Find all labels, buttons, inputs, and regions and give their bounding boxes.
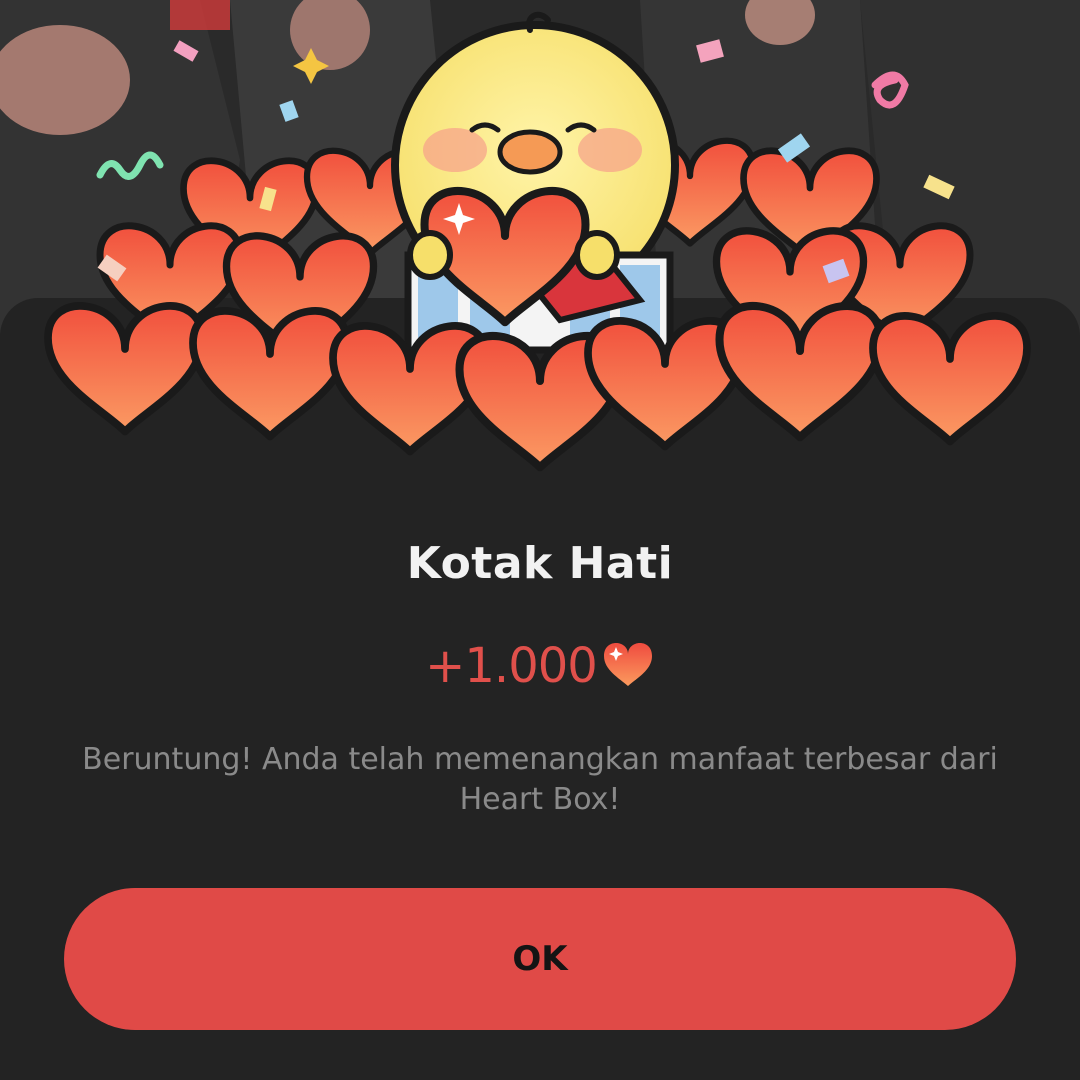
ok-button[interactable]: OK [64,888,1016,1030]
reward-amount: +1.000 [425,638,598,694]
dialog-title: Kotak Hati [406,538,674,589]
ok-button-label: OK [512,939,568,979]
heart-icon [601,640,655,693]
reward-row: +1.000 [0,636,1080,696]
heart-box-illustration [0,0,1080,490]
heart-box-reward-screen: Kotak Hati +1.000 Beruntung! Anda telah … [0,0,1080,1080]
reward-message: Beruntung! Anda telah memenangkan manfaa… [82,742,998,817]
